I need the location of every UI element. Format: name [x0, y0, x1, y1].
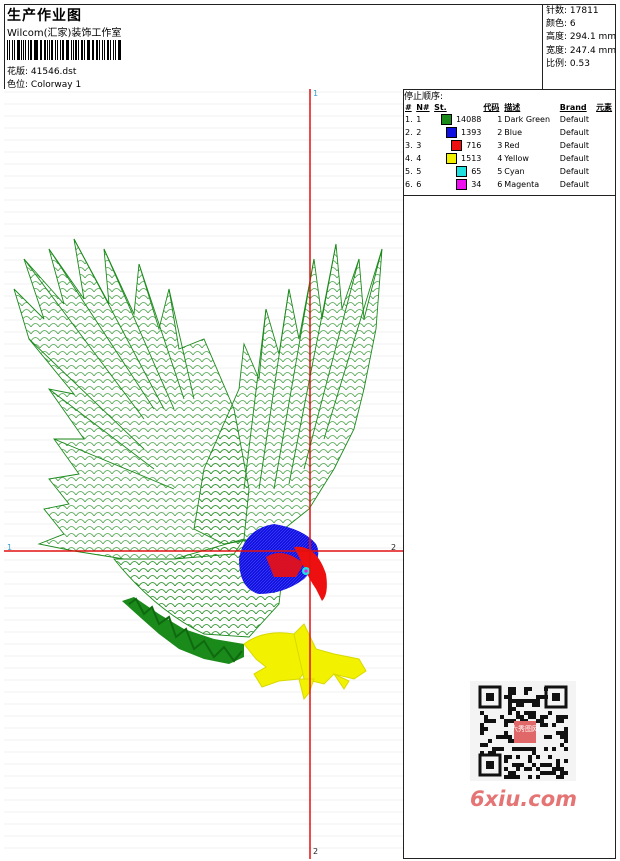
col-header: Brand	[559, 102, 587, 112]
cell-code: 4	[497, 154, 503, 163]
color-swatch	[451, 140, 463, 151]
table-row: 6. 6 34 6 Magenta Default	[404, 178, 616, 191]
stat-stitches: 针数: 17811	[546, 6, 599, 16]
cell-st: 716	[433, 139, 482, 152]
eagle-embroidery-image	[4, 89, 403, 859]
page-title: 生产作业图	[7, 8, 82, 24]
cell-code: 1	[497, 115, 503, 124]
table-row: 3. 3 716 3 Red Default	[404, 139, 616, 152]
cell-brand: Default	[559, 154, 590, 163]
cell-st: 14088	[433, 113, 482, 126]
cell-desc: Red	[504, 141, 520, 150]
design-label: 花版:	[7, 67, 29, 77]
col-header: 代码	[483, 102, 500, 112]
cell-elem	[595, 178, 616, 191]
cell-code: 5	[497, 167, 503, 176]
stat-width: 宽度: 247.4 mm	[546, 45, 617, 56]
axis-label-right: 2	[391, 543, 397, 552]
stat-colors: 颜色: 6	[546, 19, 576, 30]
qr-code: 六秀图网	[470, 681, 576, 781]
stat-scale: 比例: 0.53	[546, 58, 590, 69]
table-row: 5. 5 65 5 Cyan Default	[404, 165, 616, 178]
cell-brand: Default	[559, 167, 590, 176]
cell-elem	[595, 165, 616, 178]
cell-idx: 3.	[405, 141, 413, 150]
cell-n: 5	[416, 167, 422, 176]
table-row: 2. 2 1393 2 Blue Default	[404, 126, 616, 139]
cell-desc: Yellow	[504, 154, 529, 163]
cell-st: 65	[433, 165, 482, 178]
cell-st: 1513	[433, 152, 482, 165]
cell-elem	[595, 126, 616, 139]
cell-desc: Blue	[504, 128, 522, 137]
table-header-row: # N# St. 代码 描述 Brand 元素	[404, 101, 616, 113]
barcode	[7, 40, 123, 60]
cell-idx: 4.	[405, 154, 413, 163]
cell-n: 3	[416, 141, 422, 150]
cell-brand: Default	[559, 180, 590, 189]
col-header: #	[405, 102, 412, 112]
cell-brand: Default	[559, 141, 590, 150]
cell-idx: 1.	[405, 115, 413, 124]
cell-code: 3	[497, 141, 503, 150]
cell-elem	[595, 113, 616, 126]
color-swatch	[440, 114, 452, 125]
design-canvas: 1 2 1 2	[4, 89, 404, 859]
color-swatch	[456, 179, 468, 190]
stats-panel: 针数: 17811 颜色: 6 高度: 294.1 mm 宽度: 247.4 m…	[542, 4, 616, 90]
table-row: 4. 4 1513 4 Yellow Default	[404, 152, 616, 165]
col-header: 元素	[596, 102, 613, 112]
watermark-stamp-text: 六秀图网	[511, 724, 539, 733]
design-value: 41546.dst	[30, 67, 77, 77]
cell-n: 4	[416, 154, 422, 163]
col-header: St.	[434, 102, 447, 112]
cell-st: 1393	[433, 126, 482, 139]
header: 生产作业图 Wilcom(汇家)装饰工作室 花版: 41546.dst 色位: …	[4, 4, 616, 90]
cell-desc: Magenta	[504, 180, 540, 189]
color-swatch	[446, 153, 458, 164]
watermark-site: 6xiu.com	[470, 787, 578, 811]
company-name: Wilcom(汇家)装饰工作室	[7, 28, 122, 39]
cell-elem	[595, 152, 616, 165]
stat-height: 高度: 294.1 mm	[546, 32, 617, 43]
cell-st: 34	[433, 178, 482, 191]
stop-sequence-table: # N# St. 代码 描述 Brand 元素 1. 1 14088 1 Dark Gr…	[404, 101, 616, 191]
cell-elem	[595, 139, 616, 152]
cell-brand: Default	[559, 115, 590, 124]
cell-code: 6	[497, 180, 503, 189]
col-header: 描述	[504, 102, 521, 112]
axis-label-left: 1	[7, 543, 13, 552]
col-header: N#	[416, 102, 430, 112]
table-row: 1. 1 14088 1 Dark Green Default	[404, 113, 616, 126]
design-file: 花版: 41546.dst	[7, 64, 76, 77]
cell-desc: Cyan	[504, 167, 525, 176]
cell-idx: 2.	[405, 128, 413, 137]
cell-idx: 5.	[405, 167, 413, 176]
color-swatch	[456, 166, 468, 177]
cell-idx: 6.	[405, 180, 413, 189]
color-swatch	[446, 127, 458, 138]
cell-brand: Default	[559, 128, 590, 137]
axis-label-bottom: 2	[313, 847, 319, 856]
cell-n: 1	[416, 115, 422, 124]
cell-desc: Dark Green	[504, 115, 551, 124]
eagle-head	[239, 524, 327, 601]
axis-label-top: 1	[313, 89, 319, 98]
eagle-talons	[243, 623, 367, 701]
panel-divider	[404, 195, 616, 196]
cell-n: 6	[416, 180, 422, 189]
cell-n: 2	[416, 128, 422, 137]
cell-code: 2	[497, 128, 503, 137]
